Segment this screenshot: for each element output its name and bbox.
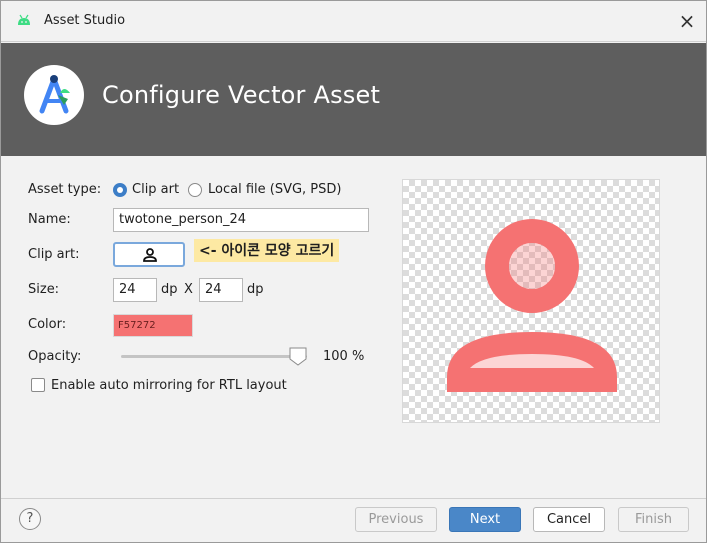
opacity-value: 100 % xyxy=(323,349,365,364)
person-icon xyxy=(447,219,617,392)
asset-type-label: Asset type: xyxy=(28,182,102,197)
finish-button[interactable]: Finish xyxy=(618,507,689,532)
opacity-slider-thumb[interactable] xyxy=(289,347,307,366)
opacity-slider-track[interactable] xyxy=(121,355,307,358)
clip-art-radio[interactable] xyxy=(113,183,127,197)
name-label: Name: xyxy=(28,212,71,227)
local-file-radio[interactable] xyxy=(188,183,202,197)
auto-mirroring-label[interactable]: Enable auto mirroring for RTL layout xyxy=(51,378,287,393)
size-separator: X xyxy=(184,282,193,297)
clip-art-radio-label[interactable]: Clip art xyxy=(132,182,179,197)
icon-preview xyxy=(402,179,660,423)
name-input[interactable]: twotone_person_24 xyxy=(113,208,369,232)
header-banner: Configure Vector Asset xyxy=(1,43,706,156)
close-icon: × xyxy=(678,9,696,33)
android-icon xyxy=(18,14,30,25)
clip-art-label: Clip art: xyxy=(28,247,80,262)
size-width-input[interactable]: 24 xyxy=(113,278,157,302)
help-icon: ? xyxy=(26,511,34,526)
title-bar: Asset Studio × xyxy=(1,1,706,42)
local-file-radio-label[interactable]: Local file (SVG, PSD) xyxy=(208,182,342,197)
next-button[interactable]: Next xyxy=(449,507,521,532)
cancel-button[interactable]: Cancel xyxy=(533,507,605,532)
size-label: Size: xyxy=(28,282,60,297)
color-label: Color: xyxy=(28,317,67,332)
android-studio-logo-icon xyxy=(24,65,84,125)
opacity-label: Opacity: xyxy=(28,349,82,364)
size-height-unit: dp xyxy=(247,282,264,297)
page-title: Configure Vector Asset xyxy=(102,81,381,109)
asset-studio-dialog: Asset Studio × Configure Vector Asset As… xyxy=(0,0,707,543)
help-button[interactable]: ? xyxy=(19,508,41,530)
close-button[interactable]: × xyxy=(675,10,699,34)
footer-divider xyxy=(1,498,706,499)
previous-button[interactable]: Previous xyxy=(355,507,437,532)
clip-art-button[interactable] xyxy=(113,242,185,267)
auto-mirroring-checkbox[interactable] xyxy=(31,378,45,392)
person-icon xyxy=(143,248,157,262)
color-picker[interactable]: F57272 xyxy=(113,314,193,337)
annotation-note: <- 아이콘 모양 고르기 xyxy=(194,239,340,262)
window-title: Asset Studio xyxy=(44,13,126,28)
size-width-unit: dp xyxy=(161,282,178,297)
size-height-input[interactable]: 24 xyxy=(199,278,243,302)
